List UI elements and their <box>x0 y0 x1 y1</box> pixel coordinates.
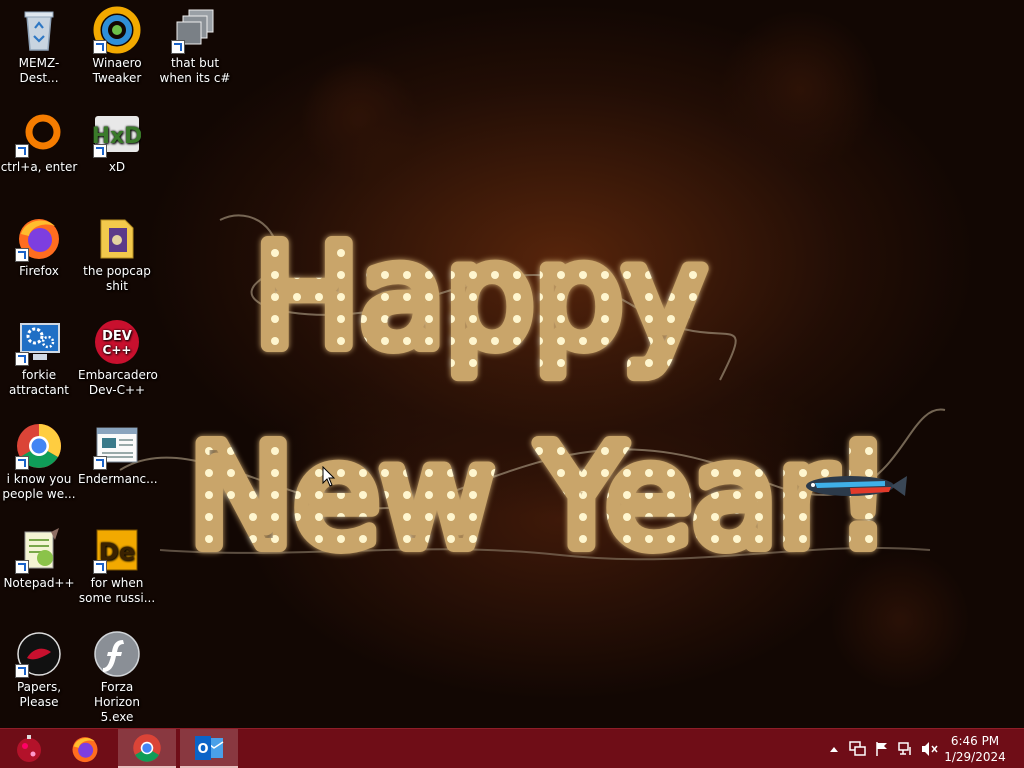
shortcut-arrow-icon <box>15 352 29 366</box>
outlook-icon: O <box>195 735 224 760</box>
flag-icon <box>876 742 887 756</box>
action-center-icon <box>849 741 866 756</box>
desktop-icon-winaero-tweaker[interactable]: Winaero Tweaker <box>78 6 156 86</box>
icon-label: Notepad++ <box>3 576 75 590</box>
shortcut-arrow-icon <box>93 40 107 54</box>
wallpaper-text-new-year: New Year! <box>189 416 891 579</box>
icon-label: Embarcadero Dev-C++ <box>78 368 158 397</box>
icon-label: Endermanc... <box>78 472 158 486</box>
taskbar-clock[interactable]: 6:46 PM 1/29/2024 <box>940 733 1010 765</box>
desktop[interactable]: Happy New Year! MEMZ-Dest... ctrl+a, ent… <box>0 0 1024 728</box>
taskbar-outlook[interactable]: O <box>180 729 238 768</box>
desktop-icon-forkie-attractant[interactable]: forkie attractant <box>0 318 78 398</box>
icon-label: Papers, Please <box>16 680 62 709</box>
shortcut-arrow-icon <box>15 664 29 678</box>
shortcut-arrow-icon <box>15 560 29 574</box>
desktop-icon-forza-horizon[interactable]: Forza Horizon 5.exe <box>78 630 156 725</box>
icon-label: forkie attractant <box>8 368 70 397</box>
shortcut-arrow-icon <box>93 560 107 574</box>
desktop-icon-memz[interactable]: MEMZ-Dest... <box>0 6 78 86</box>
outlook-letter: O <box>197 742 208 757</box>
shortcut-arrow-icon <box>93 456 107 470</box>
shortcut-arrow-icon <box>171 40 185 54</box>
dev-sub-text: C++ <box>103 343 132 357</box>
icon-label: for when some russi... <box>78 576 156 605</box>
desktop-icon-that-but-when-its-csharp[interactable]: that but when its c# <box>156 6 234 86</box>
taskbar-chrome[interactable] <box>118 729 176 768</box>
shortcut-arrow-icon <box>15 248 29 262</box>
fish-icon <box>806 476 907 496</box>
start-button[interactable] <box>0 729 58 768</box>
tray-network[interactable] <box>896 739 916 759</box>
taskbar-firefox[interactable] <box>56 729 114 768</box>
icon-label: Forza Horizon 5.exe <box>94 680 140 724</box>
tray-flag[interactable] <box>872 739 892 759</box>
icon-label: MEMZ-Dest... <box>18 56 60 85</box>
desktop-icon-notepadpp[interactable]: Notepad++ <box>0 526 78 591</box>
desktop-icon-devcpp[interactable]: DEV C++ Embarcadero Dev-C++ <box>78 318 158 398</box>
icon-label: that but when its c# <box>159 56 231 85</box>
mouse-cursor-icon <box>322 466 336 487</box>
desktop-icon-ctrl-a-enter[interactable]: ctrl+a, enter <box>0 110 78 175</box>
icon-label: i know you people we... <box>2 472 76 501</box>
desktop-icon-papers-please[interactable]: Papers, Please <box>0 630 78 710</box>
shortcut-arrow-icon <box>15 456 29 470</box>
show-hidden-icons-button[interactable] <box>824 739 844 759</box>
icon-label: the popcap shit <box>83 264 151 293</box>
network-icon <box>898 742 911 755</box>
volume-muted-icon <box>922 742 938 756</box>
chrome-icon <box>133 733 161 762</box>
icon-label: xD <box>108 160 126 174</box>
icon-label: ctrl+a, enter <box>0 160 78 174</box>
desktop-icon-popcap-folder[interactable]: the popcap shit <box>78 214 156 294</box>
dev-badge-text: DEV <box>102 329 132 344</box>
desktop-icon-firefox[interactable]: Firefox <box>0 214 78 279</box>
devcpp-icon: DEV C++ <box>95 320 139 364</box>
shortcut-arrow-icon <box>15 144 29 158</box>
wallpaper-text-happy: Happy <box>254 216 706 379</box>
recycle-bin-icon <box>24 11 54 51</box>
chevron-up-icon <box>830 747 838 752</box>
desktop-icon-endermanch[interactable]: Endermanc... <box>78 422 158 487</box>
icon-label: Firefox <box>19 264 59 278</box>
clock-date: 1/29/2024 <box>944 750 1006 764</box>
taskbar: O 6:46 PM 1/29/2024 <box>0 728 1024 768</box>
desktop-icon-chrome-shortcut[interactable]: i know you people we... <box>0 422 78 502</box>
tray-action-center[interactable] <box>848 739 868 759</box>
firefox-icon <box>72 736 98 762</box>
clock-time: 6:46 PM <box>950 734 1000 748</box>
start-orb-icon <box>17 734 41 762</box>
tray-volume[interactable] <box>920 739 940 759</box>
icon-label: Winaero Tweaker <box>92 56 142 85</box>
desktop-icon-de-app[interactable]: De for when some russi... <box>78 526 156 606</box>
shortcut-arrow-icon <box>93 144 107 158</box>
desktop-icon-xd[interactable]: HxD xD <box>78 110 156 175</box>
flash-player-icon <box>94 631 140 677</box>
folder-icon <box>100 219 134 259</box>
